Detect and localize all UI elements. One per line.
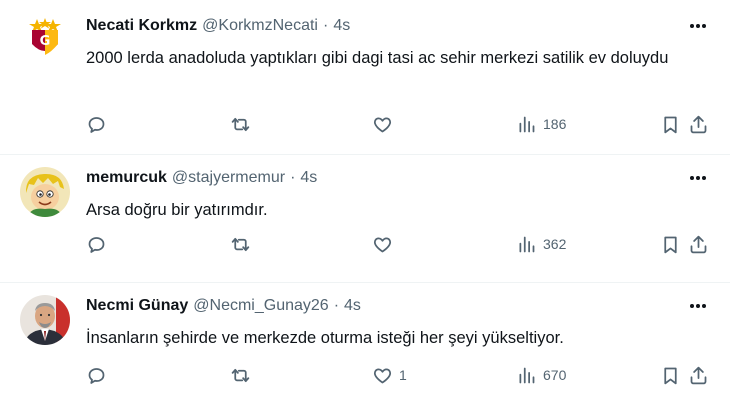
- heart-icon: [373, 368, 392, 383]
- more-dots-icon: [690, 24, 706, 28]
- share-icon: [690, 366, 707, 384]
- reply-button[interactable]: [86, 232, 107, 256]
- separator-dot: ·: [333, 297, 340, 314]
- reply-icon: [88, 367, 105, 384]
- share-icon: [690, 235, 707, 253]
- retweet-icon: [231, 368, 250, 382]
- more-dots-icon: [690, 304, 706, 308]
- user-handle[interactable]: @KorkmzNecati: [202, 14, 318, 38]
- views-chart-icon: [519, 367, 535, 383]
- avatar[interactable]: [20, 295, 70, 345]
- bookmark-icon: [664, 236, 677, 253]
- tweet[interactable]: memurcuk @stajyermemur · 4s Arsa doğru b…: [0, 155, 730, 283]
- tweet-text: İnsanların şehirde ve merkezde oturma is…: [86, 329, 564, 347]
- tweet-header: memurcuk @stajyermemur · 4s: [86, 166, 710, 190]
- tweet-header: Necati Korkmz @KorkmzNecati · 4s: [86, 14, 710, 38]
- bookmark-button[interactable]: [660, 232, 681, 256]
- tweet-text: Arsa doğru bir yatırımdır.: [86, 201, 268, 219]
- view-count: 186: [543, 116, 567, 132]
- cartoon-character-icon: [20, 167, 70, 217]
- like-button[interactable]: 1: [372, 363, 407, 387]
- heart-icon: [373, 237, 392, 252]
- reply-icon: [88, 116, 105, 133]
- retweet-button[interactable]: [230, 232, 251, 256]
- timestamp[interactable]: 4s: [333, 14, 350, 38]
- share-button[interactable]: [688, 363, 709, 387]
- tweet-actions: 362: [86, 232, 710, 256]
- tweet-actions: 1 670: [86, 363, 710, 387]
- more-options-button[interactable]: [686, 14, 710, 38]
- separator-dot: ·: [290, 169, 296, 186]
- tweet[interactable]: Necmi Günay @Necmi_Gunay26 · 4s İnsanlar…: [0, 283, 730, 420]
- retweet-icon: [231, 117, 250, 131]
- bookmark-icon: [664, 367, 677, 384]
- views-chart-icon: [519, 116, 535, 132]
- avatar[interactable]: G: [20, 12, 70, 62]
- views-button[interactable]: 670: [516, 363, 566, 387]
- bookmark-button[interactable]: [660, 112, 681, 136]
- display-name[interactable]: memurcuk: [86, 166, 167, 190]
- reply-icon: [88, 236, 105, 253]
- avatar[interactable]: [20, 167, 70, 217]
- share-button[interactable]: [688, 112, 709, 136]
- tweet-actions: 186: [86, 112, 710, 136]
- display-name[interactable]: Necati Korkmz: [86, 14, 197, 38]
- like-button[interactable]: [372, 112, 399, 136]
- timestamp[interactable]: 4s: [300, 166, 317, 190]
- tweet-header: Necmi Günay @Necmi_Gunay26 · 4s: [86, 294, 710, 318]
- like-button[interactable]: [372, 232, 399, 256]
- heart-icon: [373, 117, 392, 132]
- views-button[interactable]: 186: [516, 112, 566, 136]
- more-options-button[interactable]: [686, 294, 710, 318]
- views-chart-icon: [519, 236, 535, 252]
- reply-button[interactable]: [86, 363, 107, 387]
- svg-text:G: G: [40, 34, 51, 49]
- profile-photo-icon: [20, 295, 70, 345]
- view-count: 362: [543, 236, 567, 252]
- like-count: 1: [399, 367, 407, 383]
- display-name[interactable]: Necmi Günay: [86, 294, 188, 318]
- views-button[interactable]: 362: [516, 232, 566, 256]
- reply-button[interactable]: [86, 112, 107, 136]
- bookmark-button[interactable]: [660, 363, 681, 387]
- share-button[interactable]: [688, 232, 709, 256]
- galatasaray-logo-icon: G: [20, 12, 70, 62]
- tweet-text: 2000 lerda anadoluda yaptıkları gibi dag…: [86, 49, 669, 67]
- user-handle[interactable]: @stajyermemur: [172, 166, 285, 190]
- more-dots-icon: [690, 176, 706, 180]
- separator-dot: ·: [322, 17, 329, 34]
- retweet-button[interactable]: [230, 112, 251, 136]
- retweet-button[interactable]: [230, 363, 251, 387]
- timestamp[interactable]: 4s: [344, 294, 361, 318]
- view-count: 670: [543, 367, 567, 383]
- more-options-button[interactable]: [686, 166, 710, 190]
- bookmark-icon: [664, 116, 677, 133]
- tweet[interactable]: G Necati Korkmz @KorkmzNecati · 4s 2000 …: [0, 0, 730, 155]
- user-handle[interactable]: @Necmi_Gunay26: [193, 294, 328, 318]
- share-icon: [690, 115, 707, 133]
- retweet-icon: [231, 237, 250, 251]
